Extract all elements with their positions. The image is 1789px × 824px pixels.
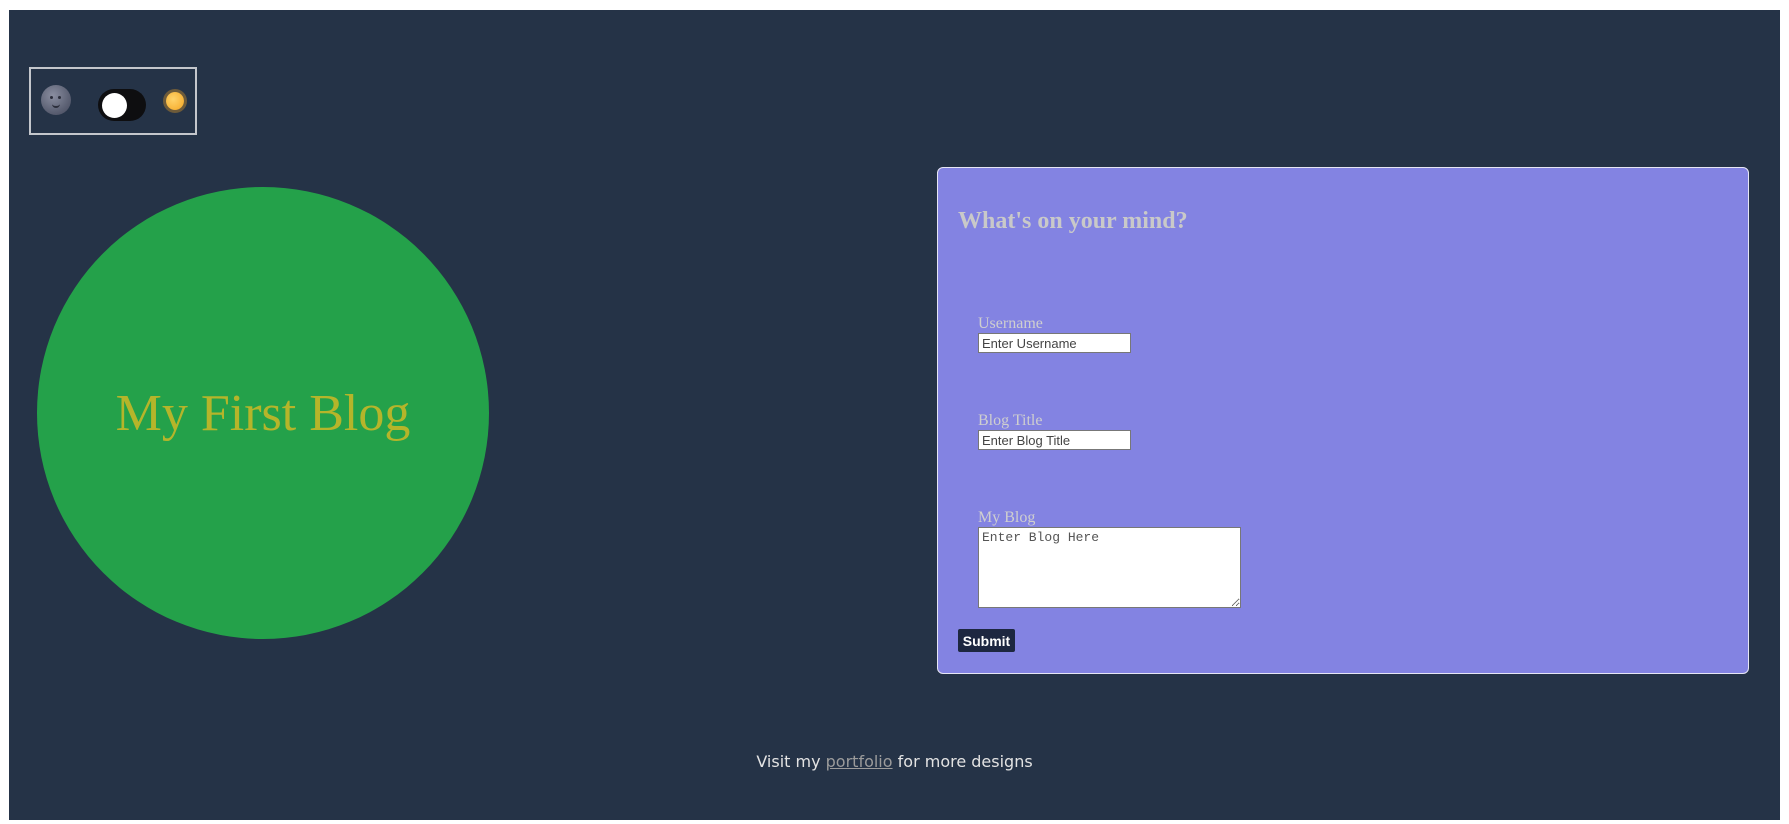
blog-body-label: My Blog [978, 509, 1036, 526]
sun-face-icon [161, 87, 189, 115]
username-field-group: Username [978, 315, 1131, 353]
blog-title-heading: My First Blog [115, 384, 411, 442]
moon-face-icon [41, 85, 71, 115]
footer: Visit my portfolio for more designs [9, 752, 1780, 771]
username-label: Username [978, 315, 1043, 332]
page-background: My First Blog What's on your mind? Usern… [9, 10, 1780, 820]
blog-title-label: Blog Title [978, 412, 1043, 429]
blog-title-input[interactable] [978, 430, 1131, 450]
blog-title-field-group: Blog Title [978, 412, 1131, 450]
blog-body-textarea[interactable] [978, 527, 1241, 608]
theme-switch[interactable] [98, 89, 146, 121]
footer-prefix: Visit my [756, 752, 821, 771]
submit-button[interactable]: Submit [958, 629, 1015, 652]
blog-body-field-group: My Blog [978, 509, 1241, 608]
theme-toggle[interactable] [29, 67, 197, 135]
username-input[interactable] [978, 333, 1131, 353]
switch-knob[interactable] [102, 93, 127, 118]
footer-suffix: for more designs [897, 752, 1033, 771]
blog-form: What's on your mind? Username Blog Title… [937, 167, 1749, 674]
portfolio-link[interactable]: portfolio [826, 752, 893, 771]
hero-circle: My First Blog [37, 187, 489, 639]
form-heading: What's on your mind? [958, 208, 1188, 234]
